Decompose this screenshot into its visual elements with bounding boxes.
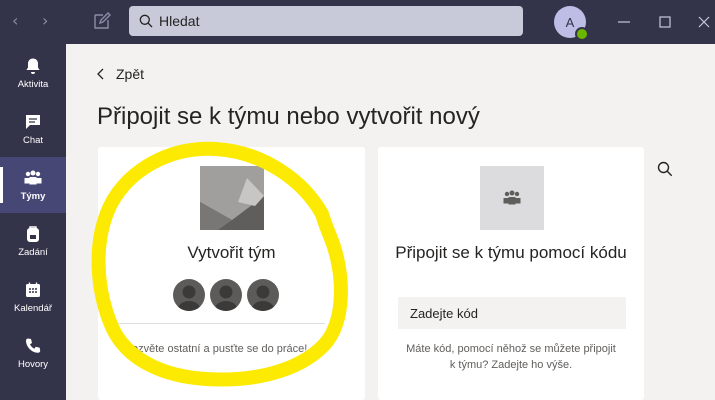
member-avatars [173,279,279,311]
rail-item-teams[interactable]: Týmy [0,157,66,213]
rail-item-label: Kalendář [13,303,53,314]
card-divider [112,323,325,324]
rail-item-label: Chat [22,135,44,146]
join-team-title: Připojit se k týmu pomocí kódu [395,243,627,262]
minimize-icon[interactable] [614,12,634,32]
search-icon [657,161,673,177]
team-image-placeholder [200,166,264,230]
rail-item-label: Zadání [18,247,48,258]
person-icon [173,279,205,311]
person-icon [247,279,279,311]
search-box[interactable] [129,6,523,36]
back-label: Zpět [116,66,145,82]
phone-icon [26,338,41,353]
chat-icon [26,115,40,129]
rail-item-calendar[interactable]: Kalendář [0,269,66,325]
search-input[interactable] [159,13,489,29]
create-team-description: Pozvěte ostatní a pusťte se do práce! [124,343,308,355]
back-arrow-icon[interactable]: ‹ [12,11,18,30]
person-icon [210,279,242,311]
rail-item-chat[interactable]: Chat [0,101,66,157]
join-team-description: Máte kód, pomocí něhož se můžete připoji… [406,343,616,371]
backpack-icon [27,226,39,242]
active-indicator [0,167,3,203]
forward-arrow-icon[interactable]: › [42,11,48,30]
rail-item-label: Hovory [17,359,49,370]
compose-icon[interactable] [92,11,112,31]
calendar-icon [26,282,40,297]
rail-item-assignments[interactable]: Zadání [0,213,66,269]
search-icon [139,14,153,28]
create-team-title: Vytvořit tým [187,243,276,262]
rail-item-label: Aktivita [17,79,49,90]
rail-item-label: Týmy [20,191,46,202]
avatar-initial: A [565,14,575,30]
teams-icon [24,170,42,185]
teams-icon [503,190,521,205]
team-code-input[interactable] [398,297,626,329]
search-teams-button[interactable] [651,155,679,183]
chevron-left-icon [97,68,104,80]
presence-available-icon [575,27,589,41]
page-title: Připojit se k týmu nebo vytvořit nový [97,103,480,130]
teams-tile [480,166,544,230]
close-icon[interactable] [694,12,714,32]
bell-icon [26,58,40,74]
maximize-icon[interactable] [655,12,675,32]
rail-item-activity[interactable]: Aktivita [0,45,66,101]
back-link[interactable]: Zpět [96,66,144,82]
